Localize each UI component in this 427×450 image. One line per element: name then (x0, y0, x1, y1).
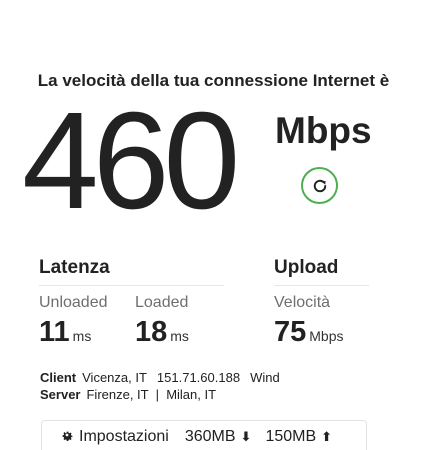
client-label: Client (40, 370, 77, 385)
unloaded-value: 11 (39, 316, 70, 348)
unloaded-label: Unloaded (39, 294, 108, 311)
speed-value: 460 (22, 84, 240, 238)
latency-divider (39, 285, 224, 286)
upload-divider (274, 285, 369, 286)
download-amount-group: 360MB ⬇ (185, 428, 252, 446)
refresh-button[interactable] (301, 167, 338, 204)
loaded-metric: 18 ms (135, 316, 189, 349)
unloaded-metric: 11 ms (39, 316, 91, 349)
download-amount: 360MB (184, 428, 236, 445)
settings-label: Impostazioni (79, 428, 169, 445)
upload-title: Upload (274, 257, 339, 278)
upload-speed-label: Velocità (274, 294, 331, 311)
loaded-label: Loaded (135, 294, 189, 311)
upload-metric: 75 Mbps (274, 316, 344, 349)
client-info: Client Vicenza, IT 151.71.60.188 Wind (40, 370, 280, 385)
loaded-value: 18 (135, 316, 168, 348)
loaded-unit: ms (170, 328, 189, 344)
upload-arrow-icon: ⬆ (321, 429, 333, 444)
client-location: Vicenza, IT (82, 370, 147, 385)
latency-title: Latenza (39, 257, 110, 278)
client-ip: 151.71.60.188 (156, 370, 241, 385)
gear-icon (60, 428, 79, 447)
upload-amount: 150MB (265, 428, 317, 445)
server-info: Server Firenze, IT | Milan, IT (40, 387, 216, 402)
footer-bar: Impostazioni 360MB ⬇ 150MB ⬆ (41, 420, 367, 450)
client-isp: Wind (250, 370, 280, 385)
unloaded-unit: ms (72, 328, 92, 344)
refresh-icon (311, 177, 329, 195)
download-arrow-icon: ⬇ (240, 429, 252, 444)
upload-value: 75 (274, 316, 307, 348)
speed-unit: Mbps (275, 110, 372, 151)
server-locations: Firenze, IT | Milan, IT (86, 387, 217, 402)
upload-unit: Mbps (309, 328, 344, 344)
settings-button[interactable]: Impostazioni (60, 428, 169, 447)
server-label: Server (40, 387, 81, 402)
upload-amount-group: 150MB ⬆ (265, 428, 332, 446)
